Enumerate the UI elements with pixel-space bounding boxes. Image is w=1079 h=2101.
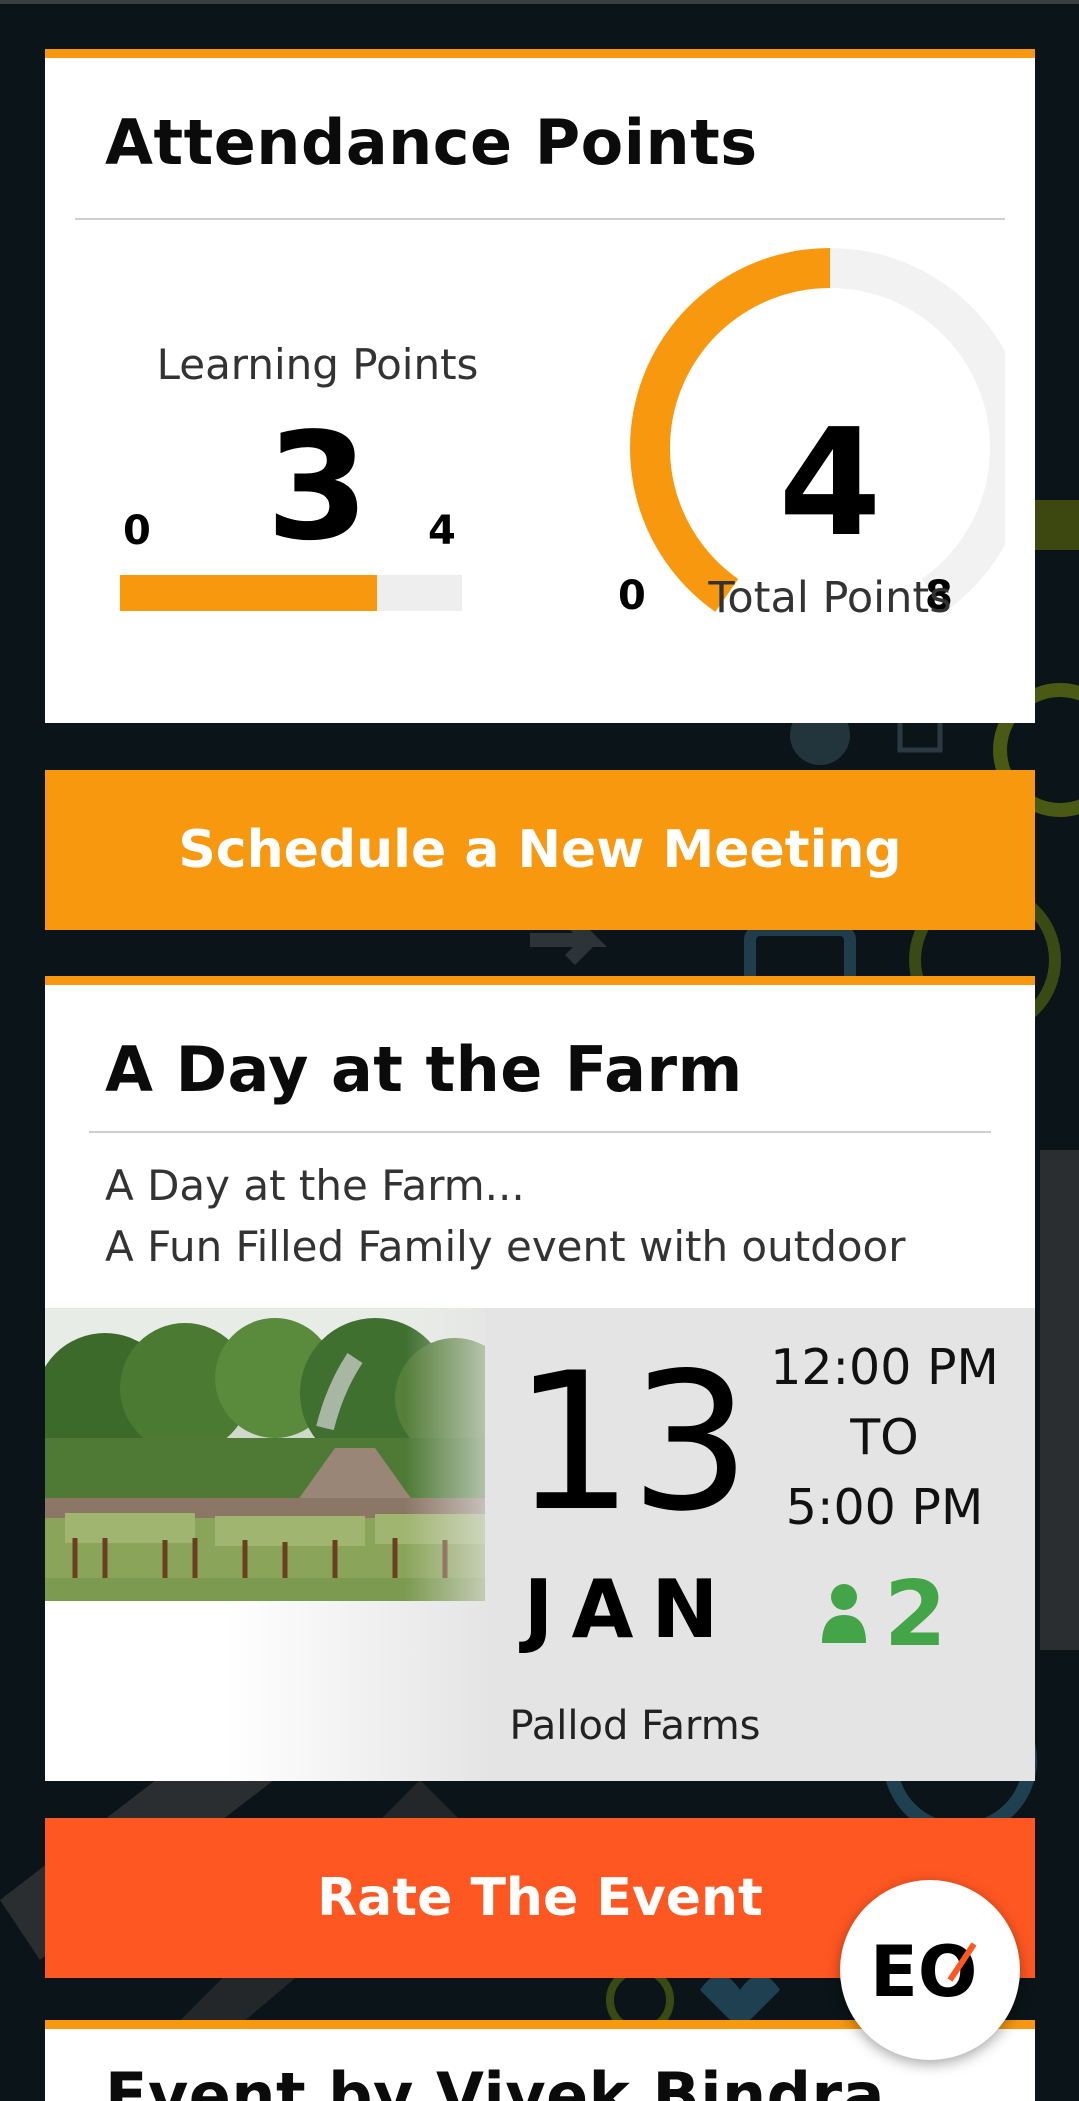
event-venue: Pallod Farms	[509, 1703, 761, 1749]
attendance-card: Attendance Points Learning Points 3 0 4 …	[45, 49, 1035, 723]
total-points-min: 0	[618, 573, 646, 619]
total-points-label: Total Points	[708, 573, 952, 623]
eo-logo-text: EO	[870, 1931, 977, 2010]
status-divider	[0, 0, 1079, 4]
eo-logo-icon: EO	[870, 1931, 977, 2010]
learning-points-max: 4	[428, 508, 456, 554]
event-start-time: 12:00 PM	[770, 1339, 999, 1396]
event-time: 12:00 PM TO 5:00 PM	[757, 1333, 1012, 1543]
event-description-line1: A Day at the Farm...	[105, 1161, 525, 1210]
attendance-title: Attendance Points	[105, 106, 758, 179]
event-end-time: 5:00 PM	[785, 1479, 984, 1536]
learning-points-min: 0	[123, 508, 151, 554]
event-day: 13	[513, 1332, 751, 1553]
learning-points-label: Learning Points	[156, 340, 479, 389]
total-points-value: 4	[778, 397, 882, 569]
eo-logo-button[interactable]: EO	[840, 1880, 1020, 2060]
event-time-separator: TO	[850, 1409, 919, 1466]
next-event-title: Event by Vivek Bindra	[105, 2059, 885, 2101]
event-description: A Day at the Farm... A Fun Filled Family…	[105, 1155, 906, 1277]
learning-points-bar-fill	[120, 575, 377, 611]
event-details-panel: 13 JAN Pallod Farms 12:00 PM TO 5:00 PM …	[45, 1308, 1035, 1781]
person-icon	[820, 1583, 868, 1647]
rate-event-label: Rate The Event	[317, 1868, 763, 1928]
event-description-line2: A Fun Filled Family event with outdoor	[105, 1222, 906, 1271]
learning-points-bar	[120, 575, 462, 611]
attendee-count: 2	[820, 1570, 947, 1660]
title-divider	[75, 218, 1005, 220]
schedule-meeting-button[interactable]: Schedule a New Meeting	[45, 770, 1035, 930]
attendee-number: 2	[884, 1562, 947, 1667]
event-month: JAN	[523, 1563, 737, 1656]
event-photo-fade	[45, 1308, 525, 1601]
event-title: A Day at the Farm	[105, 1033, 743, 1106]
event-card[interactable]: A Day at the Farm A Day at the Farm... A…	[45, 976, 1035, 1781]
event-title-divider	[89, 1131, 991, 1133]
